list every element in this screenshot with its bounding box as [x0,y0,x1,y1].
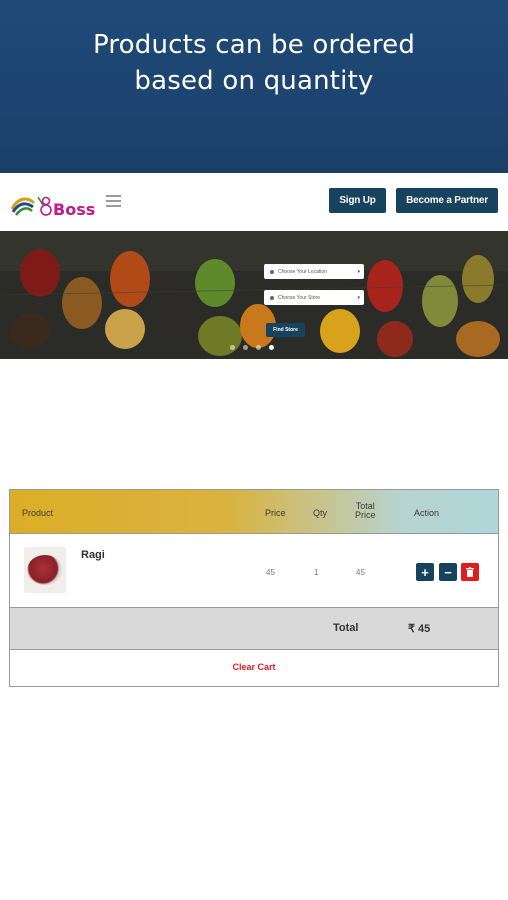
promo-banner: Products can be ordered based on quantit… [0,0,508,173]
carousel-dot[interactable] [230,345,235,350]
header-total-price: Total Price [355,502,376,520]
carousel-dot[interactable] [256,345,261,350]
header-qty: Qty [313,508,328,518]
product-image [24,547,66,593]
chevron-down-icon: ▾ [357,269,360,275]
total-value: ₹ 45 [408,623,431,635]
table-row: Ragi 45 1 45 + − [10,534,498,608]
product-qty: 1 [314,568,319,577]
total-label: Total [333,622,359,634]
clear-cart-row: Clear Cart [10,650,498,686]
carousel-dot-active[interactable] [269,345,274,350]
location-pin-icon [270,269,274,274]
spices-image [0,231,508,359]
product-name: Ragi [81,549,105,561]
cart-header-row: Product Price Qty Total Price Action [10,490,498,534]
decrease-qty-button[interactable]: − [439,563,457,581]
header-action: Action [414,508,440,518]
store-icon [270,295,274,300]
hero-carousel [0,231,508,359]
chevron-down-icon: ▾ [357,295,360,301]
trash-icon [466,567,474,577]
product-price: 45 [266,568,275,577]
header-price: Price [265,508,286,518]
brand-name: Boss [53,200,96,219]
banner-line-2: based on quantity [134,66,374,96]
cart-total-row: Total ₹ 45 [10,608,498,650]
increase-qty-button[interactable]: + [416,563,434,581]
cart-table: Product Price Qty Total Price Action Rag… [9,489,499,687]
store-select[interactable]: Choose Your Store ▾ [264,290,364,305]
location-select-placeholder: Choose Your Location [278,268,327,275]
clear-cart-button[interactable]: Clear Cart [10,662,498,672]
signup-button[interactable]: Sign Up [329,188,386,213]
store-select-placeholder: Choose Your Store [278,294,320,301]
header-product: Product [22,508,54,518]
hamburger-menu-icon[interactable] [106,195,121,208]
product-total: 45 [356,568,365,577]
header-total-line2: Price [355,510,376,520]
remove-item-button[interactable] [461,563,479,581]
plus-icon: + [421,564,429,580]
find-store-button[interactable]: Find Store [266,323,305,337]
minus-icon: − [444,564,452,580]
become-partner-button[interactable]: Become a Partner [396,188,498,213]
banner-line-1: Products can be ordered [92,30,416,60]
location-select[interactable]: Choose Your Location ▾ [264,264,364,279]
carousel-dot[interactable] [243,345,248,350]
carousel-dots [230,345,274,350]
